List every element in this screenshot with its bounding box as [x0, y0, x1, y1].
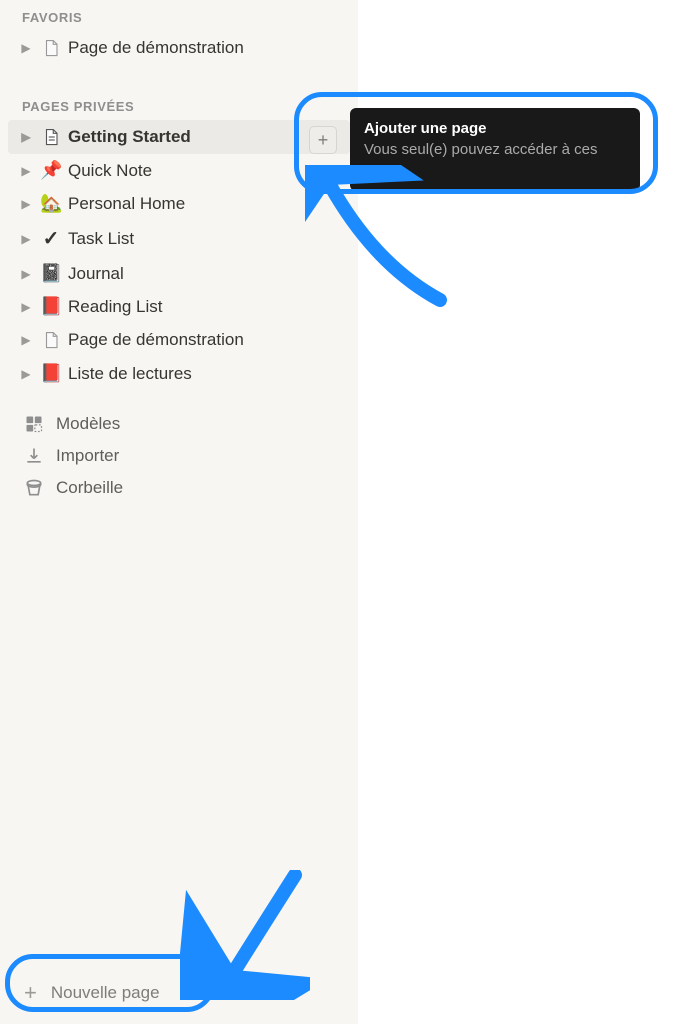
sidebar: FAVORIS ▶ Page de démonstration PAGES PR…: [0, 0, 358, 1024]
check-icon: ✓: [40, 226, 62, 251]
favoris-header[interactable]: FAVORIS: [8, 0, 350, 31]
utility-label: Modèles: [56, 414, 120, 434]
sidebar-item-page-demo[interactable]: ▶ Page de démonstration: [8, 31, 350, 65]
templates-icon: [24, 414, 44, 434]
utility-label: Importer: [56, 446, 119, 466]
utility-section: Modèles Importer Corbeille: [0, 390, 358, 504]
sidebar-item-label: Task List: [68, 229, 340, 249]
sidebar-item-label: Liste de lectures: [68, 364, 340, 384]
sidebar-item-journal[interactable]: ▶ 📓 Journal: [8, 257, 350, 290]
sidebar-item-liste-lectures[interactable]: ▶ 📕 Liste de lectures: [8, 357, 350, 390]
favoris-label: FAVORIS: [22, 10, 82, 25]
sidebar-item-quick-note[interactable]: ▶ 📌 Quick Note: [8, 154, 350, 187]
chevron-right-icon[interactable]: ▶: [18, 164, 34, 178]
tooltip-title: Ajouter une page: [364, 118, 626, 139]
sidebar-item-label: Journal: [68, 264, 340, 284]
new-page-label: Nouvelle page: [51, 983, 160, 1003]
sidebar-item-label: Page de démonstration: [68, 330, 340, 350]
sidebar-item-label: Reading List: [68, 297, 340, 317]
sidebar-item-label: Getting Started: [68, 127, 340, 147]
sidebar-item-label: Quick Note: [68, 161, 340, 181]
page-icon: [40, 126, 62, 148]
sidebar-item-reading-list[interactable]: ▶ 📕 Reading List: [8, 290, 350, 323]
pin-icon: 📌: [40, 160, 62, 181]
tooltip-body: Vous seul(e) pouvez accéder à ces pages.: [364, 139, 626, 181]
sidebar-item-page-demo-2[interactable]: ▶ Page de démonstration: [8, 323, 350, 357]
chevron-right-icon[interactable]: ▶: [18, 232, 34, 246]
private-section: PAGES PRIVÉES ▶ Getting Started ▶ 📌 Quic…: [0, 65, 358, 390]
chevron-right-icon[interactable]: ▶: [18, 197, 34, 211]
chevron-right-icon[interactable]: ▶: [18, 130, 34, 144]
house-icon: 🏡: [40, 193, 62, 214]
book-icon: 📕: [40, 363, 62, 384]
sidebar-item-personal-home[interactable]: ▶ 🏡 Personal Home: [8, 187, 350, 220]
import-icon: [24, 446, 44, 466]
plus-icon: +: [318, 130, 329, 151]
new-page-button[interactable]: + Nouvelle page: [6, 968, 352, 1018]
sidebar-item-templates[interactable]: Modèles: [8, 408, 350, 440]
chevron-right-icon[interactable]: ▶: [18, 41, 34, 55]
chevron-right-icon[interactable]: ▶: [18, 367, 34, 381]
trash-icon: [24, 478, 44, 498]
sidebar-item-label: Page de démonstration: [68, 38, 340, 58]
book-icon: 📕: [40, 296, 62, 317]
spacer: [0, 504, 358, 968]
sidebar-item-label: Personal Home: [68, 194, 340, 214]
utility-label: Corbeille: [56, 478, 123, 498]
sidebar-item-trash[interactable]: Corbeille: [8, 472, 350, 504]
private-header[interactable]: PAGES PRIVÉES: [8, 89, 350, 120]
notebook-icon: 📓: [40, 263, 62, 284]
page-icon: [40, 329, 62, 351]
sidebar-item-import[interactable]: Importer: [8, 440, 350, 472]
page-icon: [40, 37, 62, 59]
sidebar-item-getting-started[interactable]: ▶ Getting Started: [8, 120, 350, 154]
sidebar-item-task-list[interactable]: ▶ ✓ Task List: [8, 220, 350, 257]
favoris-section: FAVORIS ▶ Page de démonstration: [0, 0, 358, 65]
tooltip: Ajouter une page Vous seul(e) pouvez acc…: [350, 108, 640, 191]
chevron-right-icon[interactable]: ▶: [18, 300, 34, 314]
add-page-button[interactable]: +: [309, 126, 337, 154]
chevron-right-icon[interactable]: ▶: [18, 267, 34, 281]
chevron-right-icon[interactable]: ▶: [18, 333, 34, 347]
private-label: PAGES PRIVÉES: [22, 99, 134, 114]
plus-icon: +: [24, 980, 37, 1006]
